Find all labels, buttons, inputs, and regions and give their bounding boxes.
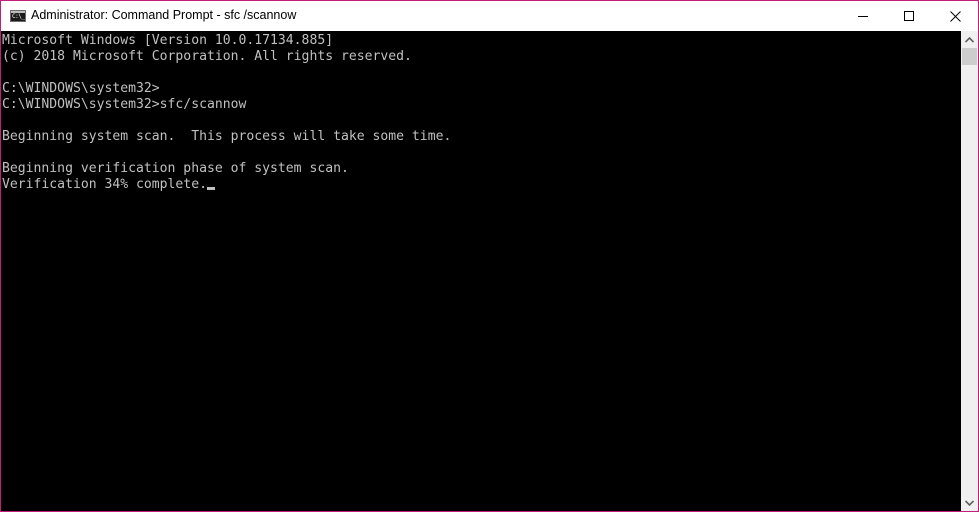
- maximize-icon: [904, 11, 914, 21]
- minimize-icon: [858, 16, 868, 17]
- window-title: Administrator: Command Prompt - sfc /sca…: [31, 8, 297, 22]
- text-cursor: [206, 187, 215, 190]
- cmd-icon-text: C:\_: [12, 13, 25, 20]
- console-line-copyright: (c) 2018 Microsoft Corporation. All righ…: [2, 49, 412, 64]
- title-bar[interactable]: C:\_ Administrator: Command Prompt - sfc…: [1, 1, 978, 31]
- console-line-version: Microsoft Windows [Version 10.0.17134.88…: [2, 33, 334, 48]
- close-icon: [949, 10, 961, 22]
- console-line-verification-phase: Beginning verification phase of system s…: [2, 161, 349, 176]
- command-prompt-window: C:\_ Administrator: Command Prompt - sfc…: [0, 0, 979, 512]
- console-line-prompt: C:\WINDOWS\system32>: [2, 81, 160, 96]
- console-line-command: C:\WINDOWS\system32>sfc/scannow: [2, 97, 247, 112]
- cmd-icon[interactable]: C:\_: [10, 10, 26, 22]
- chevron-up-icon: [965, 36, 974, 43]
- verification-progress-text: Verification 34% complete.: [2, 177, 207, 192]
- scroll-thumb[interactable]: [962, 48, 977, 65]
- console-output-area[interactable]: Microsoft Windows [Version 10.0.17134.88…: [1, 31, 961, 511]
- scroll-down-button[interactable]: [961, 494, 978, 511]
- maximize-button[interactable]: [886, 1, 932, 31]
- console-line-progress: Verification 34% complete.: [2, 177, 451, 193]
- vertical-scrollbar[interactable]: [961, 31, 978, 511]
- console-line-scan-start: Beginning system scan. This process will…: [2, 129, 452, 144]
- scroll-up-button[interactable]: [961, 31, 978, 48]
- minimize-button[interactable]: [840, 1, 886, 31]
- chevron-down-icon: [965, 499, 974, 506]
- close-button[interactable]: [932, 1, 978, 31]
